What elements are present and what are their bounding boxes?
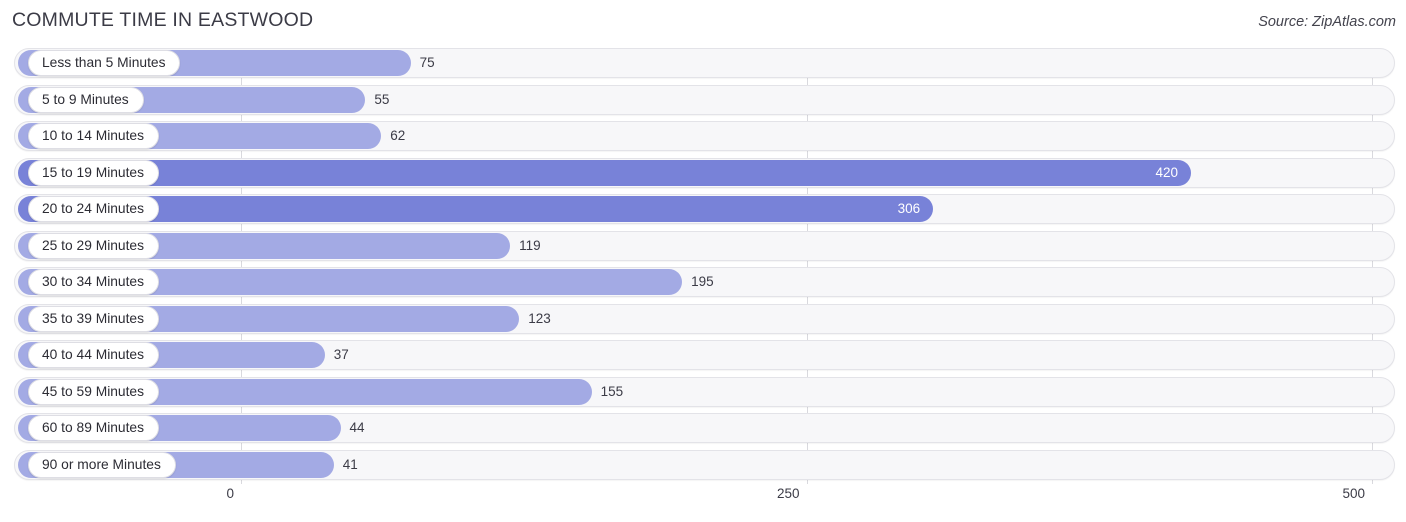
category-label-pill[interactable]: 10 to 14 Minutes	[28, 123, 160, 149]
category-label-pill[interactable]: Less than 5 Minutes	[28, 50, 181, 76]
category-label-pill[interactable]: 40 to 44 Minutes	[28, 342, 160, 368]
bar-value-label: 44	[349, 420, 365, 435]
source-attribution: Source: ZipAtlas.com	[1258, 14, 1396, 30]
bar-row: 55 5 to 9 Minutes	[0, 84, 1406, 115]
bar-value-label: 75	[419, 55, 435, 70]
category-label-pill[interactable]: 60 to 89 Minutes	[28, 415, 160, 441]
page-title: COMMUTE TIME IN EASTWOOD	[12, 9, 314, 31]
bar-row: 62 10 to 14 Minutes	[0, 121, 1406, 151]
bar-value-label: 37	[333, 347, 349, 362]
bar-value-label: 195	[691, 274, 714, 289]
x-tick-label: 0	[226, 486, 234, 501]
bar-value-label: 119	[519, 237, 541, 253]
value-bar[interactable]: 420	[18, 159, 1192, 186]
bar-row: 41 90 or more Minutes	[0, 449, 1406, 480]
bar-row: 306 20 to 24 Minutes	[0, 194, 1406, 224]
plot-area: 75 Less than 5 Minutes 55 5 to 9 Minutes 62 1…	[0, 48, 1406, 488]
bar-value-label: 306	[897, 201, 921, 216]
chart-page: COMMUTE TIME IN EASTWOOD Source: ZipAtla…	[0, 0, 1406, 522]
bar-row: 37 40 to 44 Minutes	[0, 340, 1406, 370]
bar-rows: 75 Less than 5 Minutes 55 5 to 9 Minutes 62 1…	[0, 48, 1406, 486]
bar-row: 155 45 to 59 Minutes	[0, 376, 1406, 407]
category-label-pill[interactable]: 90 or more Minutes	[28, 451, 176, 478]
bar-row: 119 25 to 29 Minutes	[0, 230, 1406, 261]
bar-value-label: 55	[374, 91, 390, 107]
category-label-pill[interactable]: 15 to 19 Minutes	[28, 159, 160, 186]
category-label-pill[interactable]: 35 to 39 Minutes	[28, 305, 160, 332]
x-axis: 0 250 500	[0, 486, 1406, 516]
category-label-pill[interactable]: 20 to 24 Minutes	[28, 196, 160, 222]
bar-value-label: 420	[1155, 164, 1179, 180]
category-label-pill[interactable]: 5 to 9 Minutes	[28, 86, 144, 113]
bar-value-label: 41	[342, 456, 358, 472]
category-label-pill[interactable]: 30 to 34 Minutes	[28, 269, 160, 295]
bar-value-label: 62	[390, 128, 406, 143]
category-label-pill[interactable]: 25 to 29 Minutes	[28, 232, 160, 259]
bar-row: 195 30 to 34 Minutes	[0, 267, 1406, 297]
bar-row: 75 Less than 5 Minutes	[0, 48, 1406, 78]
x-tick-label: 250	[776, 486, 800, 501]
bar-row: 123 35 to 39 Minutes	[0, 303, 1406, 334]
bar-row: 420 15 to 19 Minutes	[0, 157, 1406, 188]
bar-value-label: 123	[528, 310, 551, 326]
category-label-pill[interactable]: 45 to 59 Minutes	[28, 378, 160, 405]
bar-value-label: 155	[600, 383, 624, 399]
bar-row: 44 60 to 89 Minutes	[0, 413, 1406, 443]
x-tick-label: 500	[1342, 486, 1365, 501]
